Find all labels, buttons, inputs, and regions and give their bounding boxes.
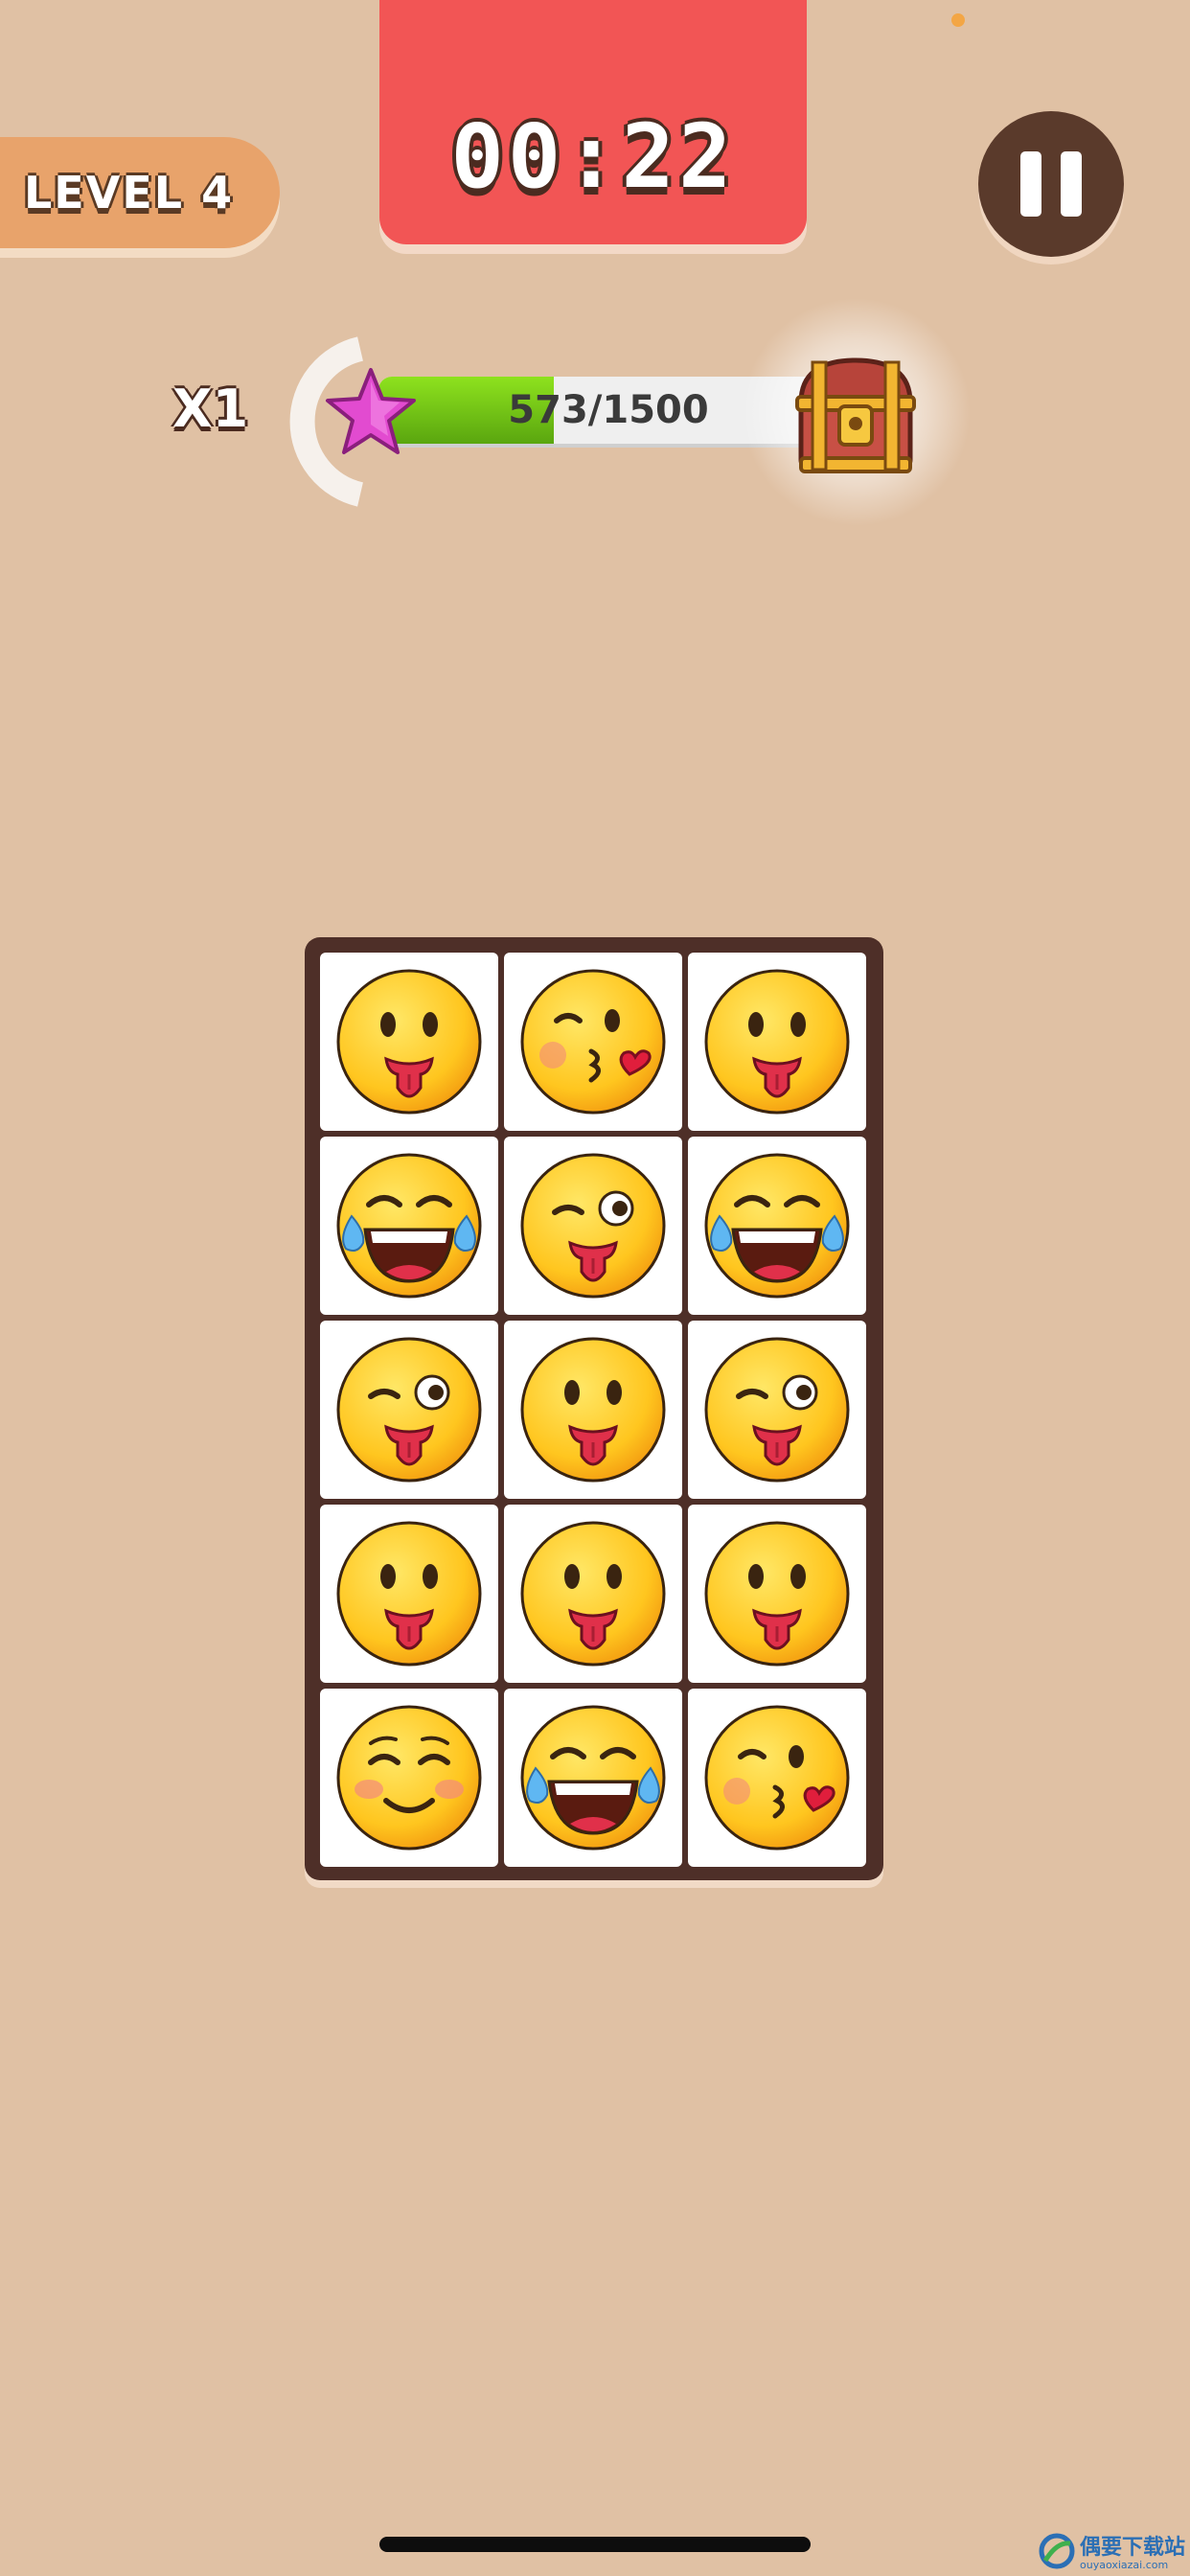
wink-tongue-emoji-icon: [520, 1153, 666, 1299]
kiss-heart-emoji-icon: [520, 969, 666, 1115]
board-tile[interactable]: [504, 1137, 682, 1315]
tile-grid: [320, 953, 866, 1867]
score-multiplier: X1: [172, 379, 249, 439]
board-tile[interactable]: [688, 953, 866, 1131]
board-tile[interactable]: [320, 1321, 498, 1499]
timer-text: 00:22: [450, 105, 736, 208]
smiling-blush-emoji-icon: [336, 1705, 482, 1851]
tears-of-joy-emoji-icon: [520, 1705, 666, 1851]
tongue-emoji-icon: [520, 1521, 666, 1667]
board-tile[interactable]: [688, 1321, 866, 1499]
board-tile[interactable]: [504, 1689, 682, 1867]
tongue-emoji-icon: [336, 1521, 482, 1667]
watermark-logo-icon: [1039, 2533, 1075, 2569]
watermark-title: 偶要下载站: [1080, 2536, 1186, 2560]
level-badge: LEVEL 4: [0, 137, 280, 248]
wink-tongue-emoji-icon: [704, 1337, 850, 1483]
notification-dot: [951, 13, 965, 27]
board-tile[interactable]: [320, 1505, 498, 1683]
pause-button[interactable]: [978, 111, 1124, 257]
board-tile[interactable]: [504, 953, 682, 1131]
star-icon: [326, 368, 416, 454]
tears-of-joy-emoji-icon: [704, 1153, 850, 1299]
tongue-emoji-icon: [704, 969, 850, 1115]
board-tile[interactable]: [688, 1137, 866, 1315]
wink-tongue-emoji-icon: [336, 1337, 482, 1483]
board-tile[interactable]: [320, 1689, 498, 1867]
level-label: LEVEL 4: [24, 167, 235, 218]
treasure-chest-icon[interactable]: [784, 343, 927, 487]
board-tile[interactable]: [504, 1321, 682, 1499]
board-tile[interactable]: [688, 1505, 866, 1683]
home-indicator[interactable]: [379, 2537, 811, 2552]
kiss-heart-emoji-icon: [704, 1705, 850, 1851]
tears-of-joy-emoji-icon: [336, 1153, 482, 1299]
board-tile[interactable]: [320, 953, 498, 1131]
game-board: [305, 937, 883, 1880]
board-tile[interactable]: [688, 1689, 866, 1867]
timer-panel: 00:22: [379, 0, 807, 244]
site-watermark: 偶要下载站 ouyaoxiazai.com: [1038, 2520, 1190, 2576]
board-tile[interactable]: [504, 1505, 682, 1683]
watermark-subtitle: ouyaoxiazai.com: [1080, 2559, 1169, 2571]
tongue-emoji-icon: [704, 1521, 850, 1667]
tongue-emoji-icon: [520, 1337, 666, 1483]
tongue-emoji-icon: [336, 969, 482, 1115]
board-tile[interactable]: [320, 1137, 498, 1315]
